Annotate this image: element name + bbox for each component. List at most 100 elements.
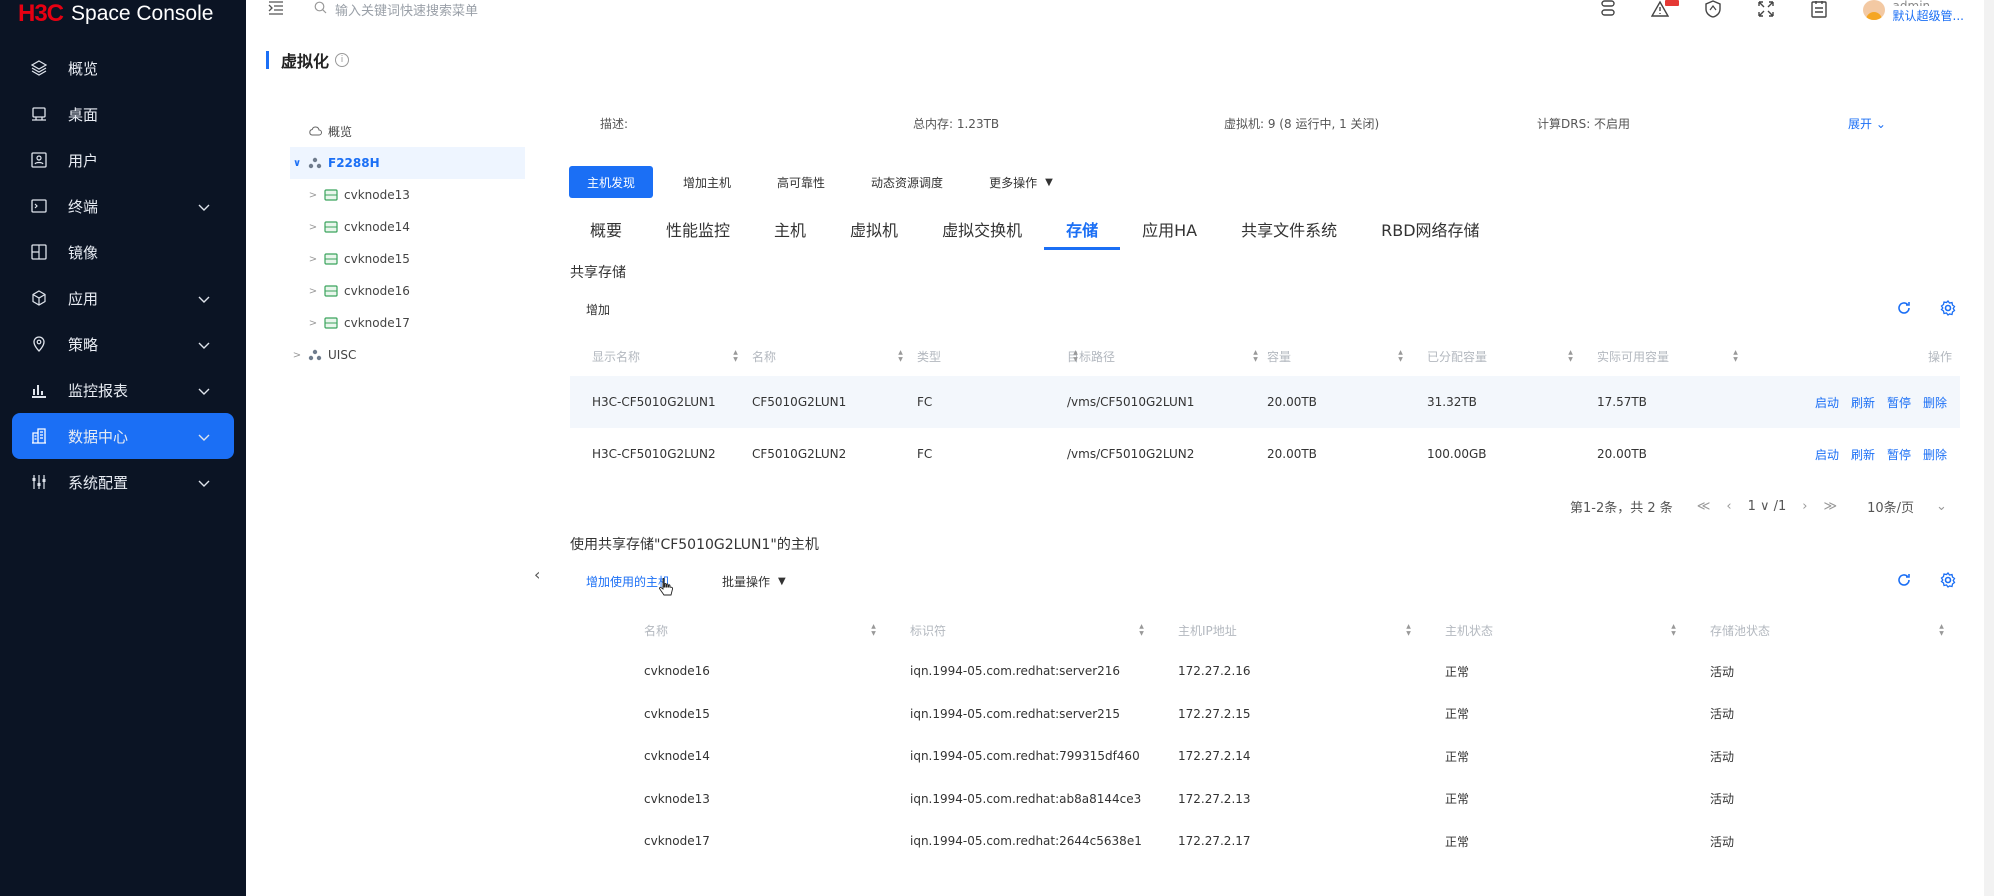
- op-1-button[interactable]: 刷新: [1851, 394, 1875, 411]
- op-3-button[interactable]: 删除: [1923, 446, 1947, 463]
- tab-2[interactable]: 主机: [752, 208, 828, 250]
- sort-icon[interactable]: ▲▼: [1252, 349, 1259, 363]
- sidebar-item-7[interactable]: 监控报表: [0, 367, 246, 413]
- sidebar: H3C Space Console 概览 桌面 用户 终端 镜像 应用 策略 监控报表 数据中心…: [0, 0, 246, 896]
- table-row[interactable]: H3C-CF5010G2LUN1 CF5010G2LUN1 FC/vms/CF501…: [570, 376, 1960, 428]
- menu-collapse-icon[interactable]: [268, 0, 284, 19]
- sidebar-item-9[interactable]: 系统配置: [0, 459, 246, 505]
- tree-item-1[interactable]: ∨ F2288H: [290, 147, 525, 179]
- sidebar-item-1[interactable]: 桌面: [0, 91, 246, 137]
- fullscreen-icon[interactable]: [1757, 0, 1777, 20]
- sort-icon[interactable]: ▲▼: [1670, 623, 1677, 637]
- more-actions-button[interactable]: 更多操作 ▼: [989, 174, 1053, 191]
- collapse-tree-icon[interactable]: ‹: [534, 565, 540, 584]
- pager-next[interactable]: ›: [1802, 499, 1807, 514]
- refresh-icon[interactable]: [1896, 572, 1912, 588]
- table-row[interactable]: cvknode17 iqn.1994-05.com.redhat:2644c563…: [570, 820, 1960, 863]
- cell-ip: 172.27.2.17: [1178, 834, 1251, 849]
- add-host-button[interactable]: 增加主机: [683, 174, 731, 191]
- sidebar-item-2[interactable]: 用户: [0, 137, 246, 183]
- tab-7[interactable]: 共享文件系统: [1219, 208, 1359, 250]
- info-icon[interactable]: i: [335, 53, 350, 67]
- sort-icon[interactable]: ▲▼: [870, 623, 877, 637]
- sidebar-item-4[interactable]: 镜像: [0, 229, 246, 275]
- tab-6[interactable]: 应用HA: [1120, 208, 1219, 250]
- sort-icon[interactable]: ▲▼: [897, 349, 904, 363]
- pager-first[interactable]: ≪: [1697, 499, 1711, 514]
- sidebar-item-6[interactable]: 策略: [0, 321, 246, 367]
- op-1-button[interactable]: 刷新: [1851, 446, 1875, 463]
- sort-icon[interactable]: ▲▼: [732, 349, 739, 363]
- tree-expand-icon[interactable]: >: [306, 222, 320, 233]
- pager-prev[interactable]: ‹: [1726, 499, 1731, 514]
- chevron-down-icon: [198, 198, 210, 216]
- tab-3[interactable]: 虚拟机: [828, 208, 920, 250]
- table-row[interactable]: H3C-CF5010G2LUN2 CF5010G2LUN2 FC/vms/CF501…: [570, 428, 1960, 480]
- menu-search[interactable]: 输入关键词快速搜索菜单: [314, 0, 478, 19]
- tree-item-label: cvknode14: [344, 220, 410, 234]
- pager-summary: 第1-2条，共 2 条: [1570, 501, 1673, 516]
- security-icon[interactable]: [1704, 0, 1724, 20]
- pager-last[interactable]: ≫: [1824, 499, 1838, 514]
- tree-expand-icon[interactable]: ∨: [290, 158, 304, 169]
- table-row[interactable]: cvknode16 iqn.1994-05.com.redhat:server21…: [570, 650, 1960, 693]
- tab-4[interactable]: 虚拟交换机: [920, 208, 1044, 250]
- sort-icon[interactable]: ▲▼: [1072, 349, 1079, 363]
- brand-name: Space Console: [71, 2, 214, 24]
- table-row[interactable]: cvknode15 iqn.1994-05.com.redhat:server21…: [570, 693, 1960, 736]
- tree-item-3[interactable]: > cvknode14: [290, 211, 525, 243]
- refresh-icon[interactable]: [1896, 300, 1912, 316]
- tree-expand-icon[interactable]: >: [290, 350, 304, 361]
- sidebar-item-5[interactable]: 应用: [0, 275, 246, 321]
- page-size-select[interactable]: 10条/页: [1867, 497, 1914, 516]
- tree-item-4[interactable]: > cvknode15: [290, 243, 525, 275]
- tab-1[interactable]: 性能监控: [644, 208, 752, 250]
- tab-8[interactable]: RBD网络存储: [1359, 208, 1501, 250]
- tree-expand-icon[interactable]: >: [306, 254, 320, 265]
- gear-icon[interactable]: [1940, 572, 1956, 588]
- sidebar-item-8[interactable]: 数据中心: [12, 413, 234, 459]
- op-2-button[interactable]: 暂停: [1887, 446, 1911, 463]
- op-3-button[interactable]: 删除: [1923, 394, 1947, 411]
- table-row[interactable]: cvknode14 iqn.1994-05.com.redhat:799315df…: [570, 735, 1960, 778]
- cell-available: 17.57TB: [1597, 395, 1647, 409]
- sort-icon[interactable]: ▲▼: [1732, 349, 1739, 363]
- tree-expand-icon[interactable]: >: [306, 286, 320, 297]
- host-discover-button[interactable]: 主机发现: [569, 166, 654, 198]
- sort-icon[interactable]: ▲▼: [1138, 623, 1145, 637]
- tab-0[interactable]: 概要: [568, 208, 644, 250]
- table-row[interactable]: cvknode13 iqn.1994-05.com.redhat:ab8a8144…: [570, 778, 1960, 821]
- route-icon[interactable]: [1598, 0, 1618, 20]
- sort-icon[interactable]: ▲▼: [1397, 349, 1404, 363]
- tree-item-2[interactable]: > cvknode13: [290, 179, 525, 211]
- tab-5[interactable]: 存储: [1044, 208, 1121, 250]
- sort-icon[interactable]: ▲▼: [1938, 623, 1945, 637]
- sort-icon[interactable]: ▲▼: [1567, 349, 1574, 363]
- tree-expand-icon[interactable]: >: [306, 318, 320, 329]
- expand-link[interactable]: 展开 ⌄: [1848, 115, 1886, 132]
- alarm-icon[interactable]: [1650, 0, 1679, 20]
- gear-icon[interactable]: [1940, 300, 1956, 316]
- op-0-button[interactable]: 启动: [1815, 394, 1839, 411]
- add-storage-button[interactable]: 增加: [586, 301, 610, 318]
- ha-button[interactable]: 高可靠性: [777, 174, 825, 191]
- tree-item-6[interactable]: > cvknode17: [290, 307, 525, 339]
- sidebar-item-0[interactable]: 概览: [0, 45, 246, 91]
- brand-logo: H3C: [18, 0, 64, 25]
- tree-item-0[interactable]: 概览: [290, 115, 525, 147]
- pager-page[interactable]: 1 ∨ /1: [1748, 499, 1787, 514]
- tree-item-5[interactable]: > cvknode16: [290, 275, 525, 307]
- sidebar-item-3[interactable]: 终端: [0, 183, 246, 229]
- column-header: 实际可用容量: [1597, 349, 1670, 364]
- op-2-button[interactable]: 暂停: [1887, 394, 1911, 411]
- chevron-down-icon[interactable]: ⌄: [1936, 499, 1947, 514]
- task-icon[interactable]: [1810, 0, 1830, 20]
- search-input[interactable]: 输入关键词快速搜索菜单: [335, 0, 478, 19]
- batch-actions-button[interactable]: 批量操作 ▼: [722, 573, 786, 590]
- tree-item-7[interactable]: > UISC: [290, 339, 525, 371]
- user-menu[interactable]: admin 默认超级管...: [1862, 0, 1964, 22]
- sort-icon[interactable]: ▲▼: [1405, 623, 1412, 637]
- tree-expand-icon[interactable]: >: [306, 190, 320, 201]
- op-0-button[interactable]: 启动: [1815, 446, 1839, 463]
- drs-button[interactable]: 动态资源调度: [871, 174, 943, 191]
